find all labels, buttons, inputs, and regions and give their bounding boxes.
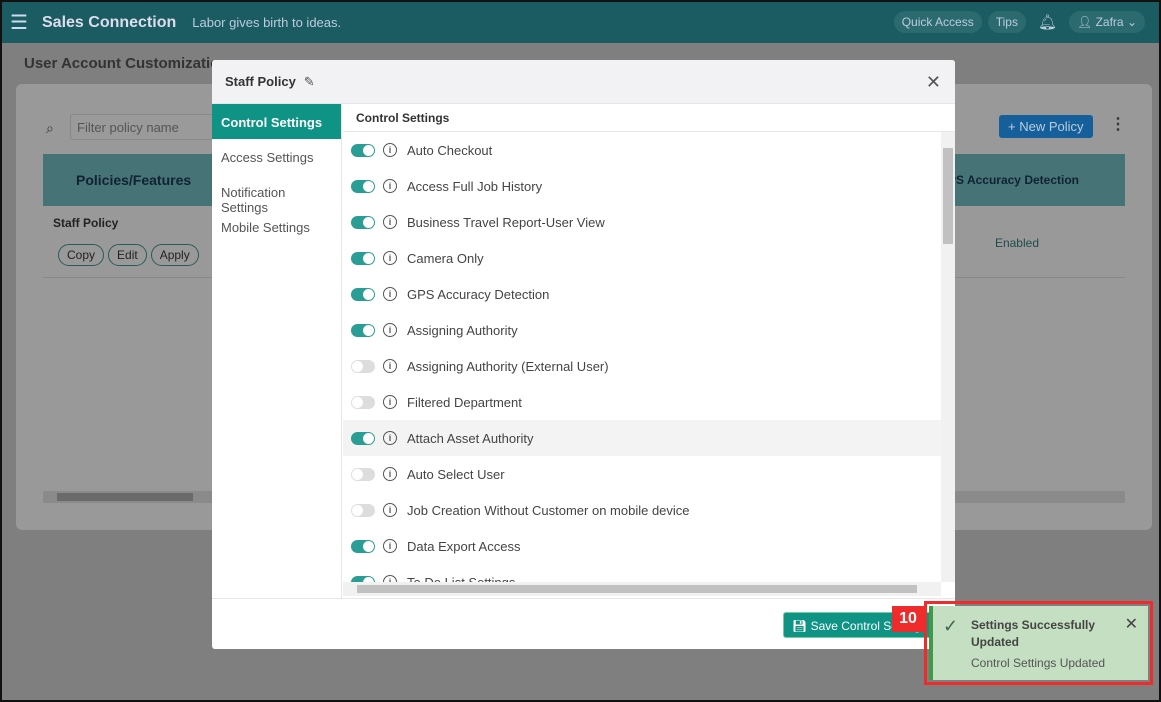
- setting-item: i Auto Select User: [343, 456, 941, 492]
- info-icon[interactable]: i: [383, 359, 397, 373]
- success-toast: ✓ Settings Successfully Updated Control …: [929, 606, 1148, 680]
- new-policy-button[interactable]: + New Policy: [999, 115, 1093, 138]
- setting-label: Business Travel Report-User View: [407, 214, 605, 230]
- close-icon[interactable]: ✕: [926, 72, 941, 93]
- toggle-switch[interactable]: [351, 395, 375, 409]
- tagline: Labor gives birth to ideas.: [192, 15, 342, 30]
- setting-label: Attach Asset Authority: [407, 430, 534, 446]
- setting-item: i Assigning Authority: [343, 312, 941, 348]
- new-policy-label: New Policy: [1019, 119, 1084, 134]
- toast-message: Control Settings Updated: [971, 656, 1106, 670]
- setting-item: i Filtered Department: [343, 384, 941, 420]
- setting-item: i Access Full Job History: [343, 168, 941, 204]
- toast-title: Settings Successfully Updated: [971, 618, 1096, 649]
- toggle-switch[interactable]: [351, 215, 375, 229]
- setting-label: To Do List Settings: [407, 574, 516, 583]
- top-header: ☰ Sales Connection Labor gives birth to …: [2, 2, 1159, 43]
- policy-modal: Staff Policy ✎ ✕ Control Settings Access…: [212, 60, 955, 649]
- nav-notification-settings[interactable]: Notification Settings: [212, 174, 341, 215]
- setting-label: Camera Only: [407, 250, 484, 266]
- user-menu[interactable]: 👤︎ Zafra ⌄: [1069, 11, 1145, 33]
- nav-control-settings[interactable]: Control Settings: [212, 104, 341, 139]
- vertical-scrollbar[interactable]: [941, 132, 955, 582]
- setting-item: i Attach Asset Authority: [343, 420, 941, 456]
- info-icon[interactable]: i: [383, 323, 397, 337]
- setting-item: i Data Export Access: [343, 528, 941, 564]
- toggle-switch[interactable]: [351, 287, 375, 301]
- info-icon[interactable]: i: [383, 503, 397, 517]
- setting-label: Filtered Department: [407, 394, 522, 410]
- toggle-switch[interactable]: [351, 323, 375, 337]
- toggle-switch[interactable]: [351, 179, 375, 193]
- edit-button[interactable]: Edit: [108, 244, 147, 266]
- info-icon[interactable]: i: [383, 179, 397, 193]
- info-icon[interactable]: i: [383, 431, 397, 445]
- setting-item: i Camera Only: [343, 240, 941, 276]
- horizontal-scrollbar[interactable]: [343, 582, 941, 596]
- step-badge: 10: [892, 606, 924, 632]
- modal-title: Staff Policy: [225, 74, 296, 89]
- section-title: Control Settings: [343, 104, 955, 132]
- edit-pencil-icon[interactable]: ✎: [304, 74, 315, 90]
- setting-label: Access Full Job History: [407, 178, 543, 194]
- info-icon[interactable]: i: [383, 575, 397, 582]
- info-icon[interactable]: i: [383, 395, 397, 409]
- page-title: User Account Customizatio: [24, 55, 220, 72]
- info-icon[interactable]: i: [383, 143, 397, 157]
- setting-label: Assigning Authority (External User): [407, 358, 609, 374]
- quick-access-button[interactable]: Quick Access: [893, 11, 982, 33]
- setting-label: GPS Accuracy Detection: [407, 286, 550, 302]
- more-options-icon[interactable]: ⋮: [1110, 114, 1126, 134]
- setting-item: i GPS Accuracy Detection: [343, 276, 941, 312]
- setting-item: i Auto Checkout: [343, 132, 941, 168]
- setting-item: i Assigning Authority (External User): [343, 348, 941, 384]
- copy-button[interactable]: Copy: [58, 244, 105, 266]
- toast-highlight: ✓ Settings Successfully Updated Control …: [924, 601, 1153, 685]
- setting-label: Auto Checkout: [407, 142, 493, 158]
- toggle-switch[interactable]: [351, 467, 375, 481]
- user-name: Zafra: [1095, 15, 1124, 29]
- close-icon[interactable]: ✕: [1125, 614, 1138, 634]
- setting-label: Auto Select User: [407, 466, 505, 482]
- toggle-switch[interactable]: [351, 503, 375, 517]
- info-icon[interactable]: i: [383, 539, 397, 553]
- modal-header: Staff Policy ✎ ✕: [212, 60, 955, 104]
- toggle-switch[interactable]: [351, 539, 375, 553]
- settings-nav: Control Settings Access Settings Notific…: [212, 104, 342, 598]
- setting-item: i Business Travel Report-User View: [343, 204, 941, 240]
- toggle-switch[interactable]: [351, 431, 375, 445]
- setting-label: Job Creation Without Customer on mobile …: [407, 502, 690, 518]
- tips-button[interactable]: Tips: [987, 11, 1026, 33]
- app-frame: ☰ Sales Connection Labor gives birth to …: [0, 0, 1161, 702]
- setting-item: i To Do List Settings: [343, 564, 941, 582]
- hamburger-menu-icon[interactable]: ☰: [10, 10, 36, 35]
- info-icon[interactable]: i: [383, 287, 397, 301]
- setting-label: Data Export Access: [407, 538, 521, 554]
- setting-label: Assigning Authority: [407, 322, 518, 338]
- save-icon: 💾︎: [792, 619, 808, 633]
- modal-footer: 💾︎ Save Control Settings: [212, 598, 955, 649]
- info-icon[interactable]: i: [383, 215, 397, 229]
- policy-name: Staff Policy: [53, 216, 119, 230]
- filter-input[interactable]: Filter policy name: [70, 114, 230, 140]
- search-icon: ⌕: [46, 120, 54, 136]
- toggle-switch[interactable]: [351, 359, 375, 373]
- column-header: PS Accuracy Detection: [948, 173, 1079, 187]
- settings-list: i Auto Checkout i Access Full Job History i B…: [343, 132, 941, 582]
- bell-icon[interactable]: 🔔︎: [1038, 13, 1057, 31]
- toggle-switch[interactable]: [351, 143, 375, 157]
- check-icon: ✓: [943, 616, 959, 636]
- cell-value: Enabled: [994, 236, 1039, 250]
- column-header: Policies/Features: [76, 172, 192, 188]
- info-icon[interactable]: i: [383, 251, 397, 265]
- info-icon[interactable]: i: [383, 467, 397, 481]
- nav-access-settings[interactable]: Access Settings: [212, 139, 341, 174]
- toggle-switch[interactable]: [351, 251, 375, 265]
- app-title: Sales Connection: [42, 13, 177, 31]
- apply-button[interactable]: Apply: [150, 244, 199, 266]
- setting-item: i Job Creation Without Customer on mobile…: [343, 492, 941, 528]
